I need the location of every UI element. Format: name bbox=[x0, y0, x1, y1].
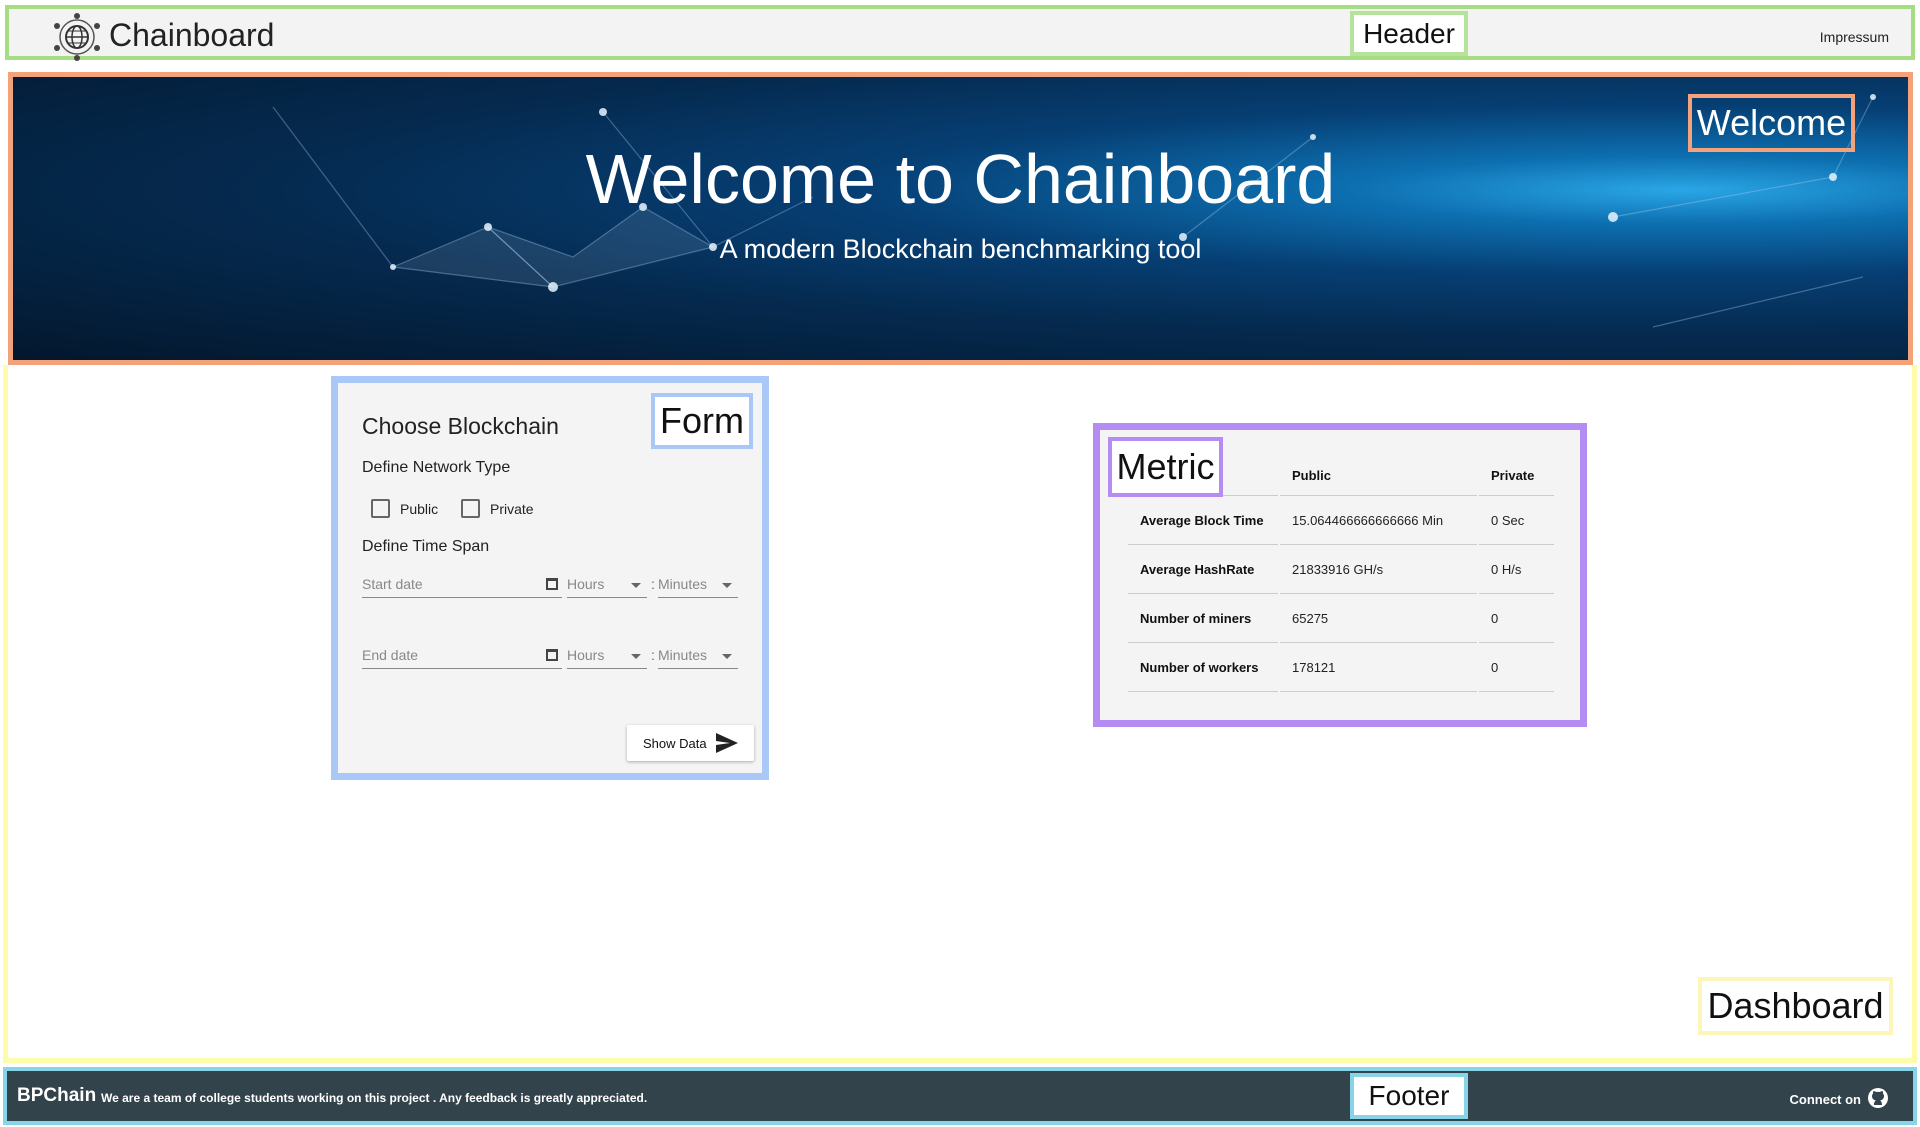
end-minutes-placeholder: Minutes bbox=[658, 647, 708, 663]
show-data-button[interactable]: Show Data bbox=[627, 725, 754, 761]
welcome-banner: Welcome to Chainboard A modern Blockchai… bbox=[8, 72, 1913, 365]
chevron-down-icon bbox=[722, 654, 732, 659]
table-row: Average Block Time 15.064466666666666 Mi… bbox=[1128, 496, 1554, 545]
time-colon: : bbox=[651, 647, 655, 663]
column-header-private: Private bbox=[1479, 448, 1554, 496]
row-label: Number of workers bbox=[1128, 643, 1278, 692]
private-checkbox[interactable] bbox=[461, 499, 480, 518]
network-type-label: Define Network Type bbox=[362, 459, 511, 476]
github-icon[interactable] bbox=[1867, 1087, 1889, 1109]
connect-on-link[interactable]: Connect on bbox=[1790, 1092, 1862, 1107]
table-row: Average HashRate 21833916 GH/s 0 H/s bbox=[1128, 545, 1554, 594]
start-date-placeholder: Start date bbox=[362, 576, 423, 592]
table-row: Number of workers 178121 0 bbox=[1128, 643, 1554, 692]
choose-blockchain-form: Choose Blockchain Define Network Type Pu… bbox=[331, 376, 769, 780]
public-value: 21833916 GH/s bbox=[1280, 545, 1477, 594]
show-data-label: Show Data bbox=[643, 735, 707, 751]
form-title: Choose Blockchain bbox=[362, 413, 559, 439]
blockchain-globe-icon[interactable] bbox=[51, 13, 103, 61]
time-span-label: Define Time Span bbox=[362, 538, 490, 555]
time-colon: : bbox=[651, 576, 655, 592]
footer: BPChain We are a team of college student… bbox=[3, 1067, 1917, 1125]
metric-panel: Public Private Average Block Time 15.064… bbox=[1093, 423, 1587, 727]
dashboard-container bbox=[3, 365, 1917, 1063]
welcome-subtitle: A modern Blockchain benchmarking tool bbox=[719, 234, 1202, 264]
private-value: 0 Sec bbox=[1479, 496, 1554, 545]
end-hours-placeholder: Hours bbox=[567, 647, 605, 663]
private-value: 0 bbox=[1479, 643, 1554, 692]
public-value: 178121 bbox=[1280, 643, 1477, 692]
start-date-input[interactable]: Start date bbox=[362, 573, 562, 598]
table-row: Number of miners 65275 0 bbox=[1128, 594, 1554, 643]
calendar-icon[interactable] bbox=[546, 578, 558, 590]
start-minutes-placeholder: Minutes bbox=[658, 576, 708, 592]
public-checkbox[interactable] bbox=[371, 499, 390, 518]
row-label: Number of miners bbox=[1128, 594, 1278, 643]
footer-brand: BPChain bbox=[17, 1085, 97, 1106]
metric-table: Public Private Average Block Time 15.064… bbox=[1126, 448, 1556, 692]
row-label: Average Block Time bbox=[1128, 496, 1278, 545]
start-minutes-select[interactable]: Minutes bbox=[658, 573, 738, 598]
table-header-row: Public Private bbox=[1128, 448, 1554, 496]
end-hours-select[interactable]: Hours bbox=[567, 644, 647, 669]
footer-text: We are a team of college students workin… bbox=[101, 1091, 648, 1105]
chevron-down-icon bbox=[631, 583, 641, 588]
send-icon bbox=[716, 733, 738, 753]
header: Chainboard Impressum bbox=[5, 5, 1915, 61]
private-checkbox-label[interactable]: Private bbox=[490, 501, 534, 517]
start-hours-select[interactable]: Hours bbox=[567, 573, 647, 598]
public-value: 15.064466666666666 Min bbox=[1280, 496, 1477, 545]
start-hours-placeholder: Hours bbox=[567, 576, 605, 592]
page-root: Chainboard Impressum Header Welcome to C… bbox=[0, 0, 1920, 1127]
end-date-placeholder: End date bbox=[362, 647, 419, 663]
brand-title[interactable]: Chainboard bbox=[109, 17, 274, 54]
row-label: Average HashRate bbox=[1128, 545, 1278, 594]
public-value: 65275 bbox=[1280, 594, 1477, 643]
chevron-down-icon bbox=[722, 583, 732, 588]
private-value: 0 H/s bbox=[1479, 545, 1554, 594]
chevron-down-icon bbox=[631, 654, 641, 659]
public-checkbox-label[interactable]: Public bbox=[400, 501, 438, 517]
calendar-icon[interactable] bbox=[546, 649, 558, 661]
column-header-empty bbox=[1128, 448, 1278, 496]
end-date-input[interactable]: End date bbox=[362, 644, 562, 669]
private-value: 0 bbox=[1479, 594, 1554, 643]
welcome-title: Welcome to Chainboard bbox=[585, 140, 1336, 218]
impressum-link[interactable]: Impressum bbox=[1820, 29, 1889, 45]
column-header-public: Public bbox=[1280, 448, 1477, 496]
end-minutes-select[interactable]: Minutes bbox=[658, 644, 738, 669]
